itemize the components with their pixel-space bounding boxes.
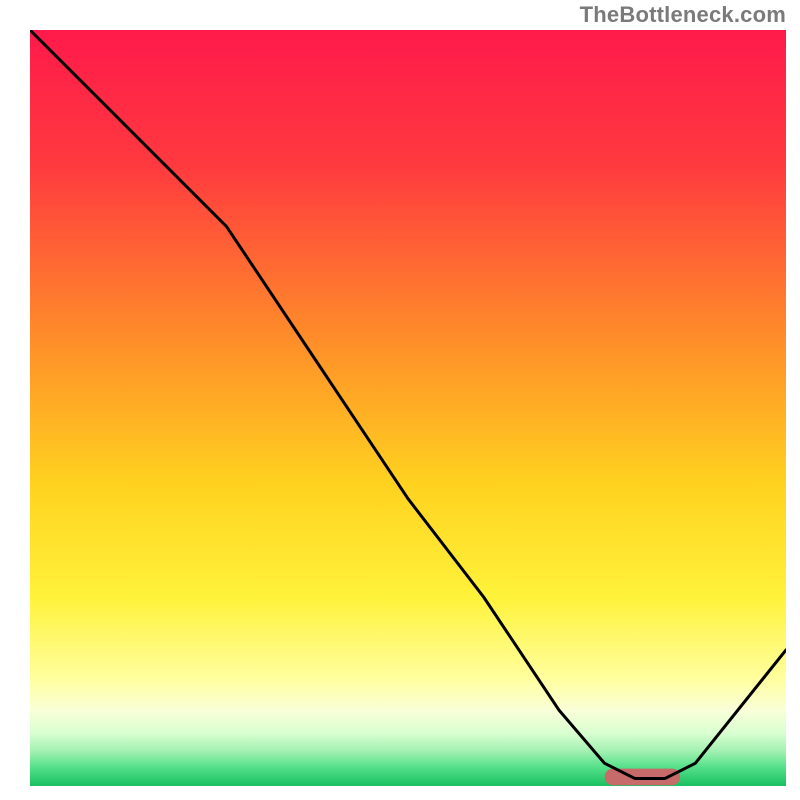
chart-svg <box>30 30 786 786</box>
watermark-text: TheBottleneck.com <box>580 2 786 28</box>
plot-area <box>30 30 786 786</box>
chart-container: TheBottleneck.com <box>0 0 800 800</box>
